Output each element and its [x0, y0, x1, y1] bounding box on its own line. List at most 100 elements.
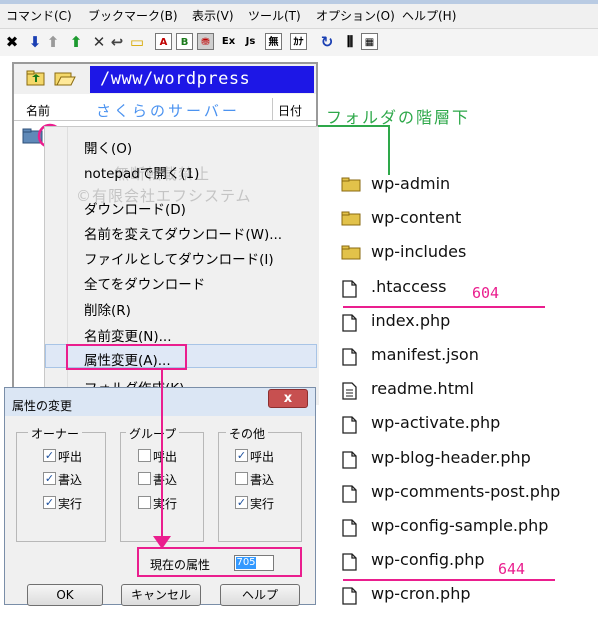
- file-name: wp-activate.php: [371, 413, 501, 432]
- back-icon[interactable]: ↩: [108, 33, 126, 51]
- menu-tools[interactable]: ツール(T): [248, 7, 301, 24]
- file-icon: [342, 485, 357, 503]
- window-top-strip: [0, 0, 598, 4]
- file-icon: [342, 314, 357, 332]
- file-name: wp-comments-post.php: [371, 482, 561, 501]
- file-icon: [342, 519, 357, 537]
- current-path: /www/wordpress: [100, 69, 251, 89]
- folder-up-icon[interactable]: [26, 70, 46, 86]
- kana-icon[interactable]: ｶﾅ: [290, 33, 307, 50]
- owner-exec-checkbox[interactable]: ✓: [43, 496, 56, 509]
- other-write-checkbox[interactable]: [235, 472, 248, 485]
- folder-icon: [341, 211, 361, 226]
- ctx-download-as-file[interactable]: ファイルとしてダウンロード(I): [84, 248, 274, 268]
- file-icon: [342, 416, 357, 434]
- menu-bar: コマンド(C) ブックマーク(B) 表示(V) ツール(T) オプション(O) …: [0, 0, 598, 29]
- file-name: .htaccess: [371, 277, 447, 296]
- htaccess-perm-label: 604: [472, 284, 500, 302]
- list-view-icon[interactable]: ⦀: [341, 33, 359, 51]
- ctx-download[interactable]: ダウンロード(D): [84, 198, 186, 218]
- menu-help[interactable]: ヘルプ(H): [402, 7, 456, 24]
- group-other-title: その他: [226, 425, 269, 442]
- home-up-icon[interactable]: ⬆: [67, 33, 85, 51]
- disconnect-x-icon[interactable]: ✖: [3, 33, 21, 51]
- detail-view-icon[interactable]: ▦: [361, 33, 378, 50]
- other-exec-checkbox[interactable]: ✓: [235, 496, 248, 509]
- refresh-icon[interactable]: ↻: [318, 33, 336, 51]
- other-exec-label: 実行: [250, 497, 275, 511]
- folder-icon: [341, 177, 361, 192]
- file-name: wp-cron.php: [371, 584, 471, 603]
- file-icon: [342, 553, 357, 571]
- file-name: wp-blog-header.php: [371, 448, 531, 467]
- folder-icon: [341, 245, 361, 260]
- file-name: manifest.json: [371, 345, 479, 364]
- none-icon[interactable]: 無: [265, 33, 282, 50]
- menu-command[interactable]: コマンド(C): [6, 7, 72, 24]
- file-name: wp-admin: [371, 174, 451, 193]
- ctx-open-notepad[interactable]: notepadで開く(1): [84, 162, 199, 182]
- ctx-delete[interactable]: 削除(R): [84, 299, 131, 319]
- owner-read-checkbox[interactable]: ✓: [43, 449, 56, 462]
- folder-open-icon[interactable]: [54, 70, 76, 86]
- download-arrow-icon[interactable]: ⬇: [26, 33, 44, 51]
- file-icon: [342, 348, 357, 366]
- group-read-label: 呼出: [153, 450, 178, 464]
- ctx-rename[interactable]: 名前変更(N)...: [84, 325, 172, 345]
- other-write-label: 書込: [250, 473, 275, 487]
- file-icon: [342, 280, 357, 298]
- document-icon: [342, 382, 357, 400]
- other-read-checkbox[interactable]: ✓: [235, 449, 248, 462]
- column-name[interactable]: 名前: [26, 102, 50, 119]
- group-read-checkbox[interactable]: [138, 449, 151, 462]
- file-name: index.php: [371, 311, 451, 330]
- group-exec-checkbox[interactable]: [138, 496, 151, 509]
- menu-bookmark[interactable]: ブックマーク(B): [88, 7, 178, 24]
- menu-options[interactable]: オプション(O): [316, 7, 395, 24]
- owner-write-checkbox[interactable]: ✓: [43, 472, 56, 485]
- menu-view[interactable]: 表示(V): [192, 7, 234, 24]
- group-write-label: 書込: [153, 473, 178, 487]
- owner-read-label: 呼出: [58, 450, 83, 464]
- dialog-title: 属性の変更: [12, 399, 73, 413]
- column-date[interactable]: 日付: [278, 102, 302, 119]
- config-perm-label: 644: [498, 560, 526, 578]
- folder-icon[interactable]: ▭: [128, 33, 146, 51]
- file-name: wp-config.php: [371, 550, 485, 569]
- file-icon: [342, 451, 357, 469]
- arrow-shaft: [161, 370, 163, 542]
- server-label: さくらのサーバー: [96, 102, 240, 120]
- arrow-head-icon: [153, 536, 171, 549]
- column-separator: [272, 98, 273, 120]
- cancel-button[interactable]: キャンセル: [121, 584, 201, 606]
- auto-mode-icon[interactable]: ⛃: [197, 33, 214, 50]
- group-owner-title: オーナー: [28, 425, 83, 442]
- js-icon[interactable]: Js: [242, 33, 259, 50]
- ctx-download-all[interactable]: 全てをダウンロード: [84, 273, 205, 293]
- ctx-open[interactable]: 開く(O): [84, 137, 132, 157]
- file-name: wp-content: [371, 208, 462, 227]
- highlight-attr-menu: [66, 344, 187, 370]
- group-write-checkbox[interactable]: [138, 472, 151, 485]
- a-mode-icon[interactable]: A: [155, 33, 172, 50]
- toolbar: ✖ ⬇ ⬆ ⬆ ✕ ↩ ▭ A B ⛃ Ex Js 無 ｶﾅ ↻ ⦀ ▦: [0, 29, 598, 56]
- ctx-download-rename[interactable]: 名前を変えてダウンロード(W)...: [84, 223, 282, 243]
- highlight-current-attr: [137, 547, 302, 577]
- file-name: wp-includes: [371, 242, 467, 261]
- ex-icon[interactable]: Ex: [220, 33, 237, 50]
- htaccess-underline: [343, 306, 545, 308]
- green-connector-v: [388, 125, 390, 175]
- upload-arrow-icon[interactable]: ⬆: [44, 33, 62, 51]
- group-group-title: グループ: [126, 425, 180, 442]
- file-icon: [342, 587, 357, 605]
- other-read-label: 呼出: [250, 450, 275, 464]
- ok-button[interactable]: OK: [27, 584, 103, 606]
- file-name: readme.html: [371, 379, 474, 398]
- group-exec-label: 実行: [153, 497, 178, 511]
- dialog-close-button[interactable]: x: [268, 389, 308, 408]
- cancel-x-icon[interactable]: ✕: [90, 33, 108, 51]
- help-button[interactable]: ヘルプ: [220, 584, 300, 606]
- owner-write-label: 書込: [58, 473, 83, 487]
- b-mode-icon[interactable]: B: [176, 33, 193, 50]
- file-name: wp-config-sample.php: [371, 516, 549, 535]
